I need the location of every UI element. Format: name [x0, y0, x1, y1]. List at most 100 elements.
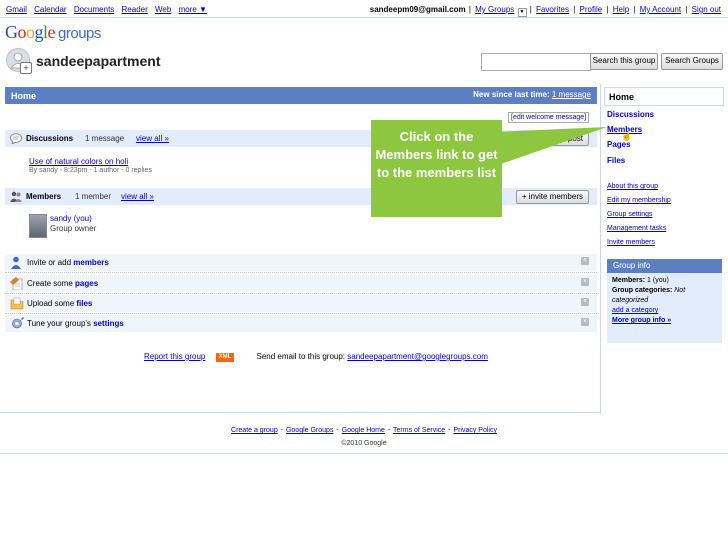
sidebar-item-files[interactable]: Files	[607, 156, 625, 165]
task-prefix: Invite or add	[27, 258, 74, 267]
nav-web[interactable]: Web	[155, 5, 171, 14]
sidebar-home[interactable]: Home	[604, 87, 724, 106]
sidebar-about-group[interactable]: About this group	[607, 183, 658, 190]
pages-icon	[10, 277, 23, 290]
callout-text: Click on the Members link to get to the …	[375, 129, 498, 180]
my-groups-dropdown-icon[interactable]: ▼	[517, 8, 527, 17]
task-tune-settings[interactable]: Tune your group's settings ×	[5, 315, 597, 332]
xml-feed-icon[interactable]: XML	[215, 353, 235, 362]
footer-divider	[0, 412, 600, 413]
separator: |	[606, 5, 609, 14]
group-avatar-icon: +	[6, 48, 32, 74]
profile-link[interactable]: Profile	[580, 5, 603, 14]
sign-out-link[interactable]: Sign out	[692, 5, 721, 14]
group-info-header: Group info	[607, 259, 722, 273]
close-icon[interactable]: ×	[581, 257, 589, 265]
my-groups-link[interactable]: My Groups	[475, 5, 514, 14]
members-count: 1 member	[75, 192, 112, 201]
sidebar-management-tasks[interactable]: Management tasks	[607, 225, 666, 232]
help-link[interactable]: Help	[613, 5, 629, 14]
terms-of-service-link[interactable]: Terms of Service	[393, 427, 445, 434]
member-role: Group owner	[50, 224, 97, 233]
task-upload-files[interactable]: Upload some files ×	[5, 295, 597, 312]
privacy-policy-link[interactable]: Privacy Policy	[453, 427, 497, 434]
sidebar-home-label: Home	[609, 92, 635, 102]
close-icon[interactable]: ×	[581, 278, 589, 286]
discussion-item: Use of natural colors on holi By sandy -…	[29, 157, 152, 174]
search-groups-button[interactable]: Search Groups	[661, 53, 723, 70]
hand-cursor-icon: ☝	[621, 131, 633, 141]
add-category-link[interactable]: add a category	[612, 306, 719, 316]
divider	[5, 313, 597, 314]
task-label: Create some pages	[27, 279, 98, 288]
members-icon	[10, 191, 22, 202]
nav-gmail[interactable]: Gmail	[6, 5, 27, 14]
logo-suffix: groups	[58, 25, 101, 42]
task-bold-link[interactable]: pages	[75, 279, 98, 288]
home-bar: Home New since last time: 1 message	[5, 87, 597, 104]
add-icon: +	[20, 62, 32, 74]
copyright: ©2010 Google	[341, 440, 387, 447]
nav-more[interactable]: more ▼	[179, 5, 207, 14]
report-group-link[interactable]: Report this group	[144, 352, 205, 361]
search-this-group-button[interactable]: Search this group	[590, 53, 658, 70]
callout-arrow	[495, 127, 607, 166]
task-bold-link[interactable]: members	[73, 258, 109, 267]
member-avatar[interactable]	[29, 214, 47, 238]
person-add-icon	[11, 256, 21, 269]
group-footer: Report this group XML Send email to this…	[144, 352, 488, 362]
logo-letter: G	[5, 22, 18, 42]
task-create-pages[interactable]: Create some pages ×	[5, 275, 597, 292]
favorites-link[interactable]: Favorites	[536, 5, 569, 14]
sidebar-group-settings[interactable]: Group settings	[607, 211, 653, 218]
task-bold-link[interactable]: settings	[93, 319, 124, 328]
discussion-title-link[interactable]: Use of natural colors on holi	[29, 157, 152, 166]
task-invite-members[interactable]: Invite or add members ×	[5, 254, 597, 271]
new-messages-link[interactable]: 1 message	[552, 90, 591, 99]
task-prefix: Tune your group's	[27, 319, 94, 328]
close-icon[interactable]: ×	[581, 318, 589, 326]
group-email-link[interactable]: sandeepapartment@googlegroups.com	[347, 352, 488, 361]
discussions-view-all-link[interactable]: view all »	[136, 134, 169, 143]
close-icon[interactable]: ×	[581, 298, 589, 306]
separator: -	[280, 427, 284, 434]
account-nav: sandeepm09@gmail.com | My Groups ▼ | Fav…	[370, 5, 722, 17]
my-account-link[interactable]: My Account	[640, 5, 681, 14]
google-home-link[interactable]: Google Home	[342, 427, 385, 434]
settings-icon	[12, 317, 24, 329]
sidebar-item-discussions[interactable]: Discussions	[607, 110, 654, 119]
sidebar-invite-members[interactable]: Invite members	[607, 239, 655, 246]
google-groups-logo[interactable]: Google groups	[5, 22, 101, 43]
task-label: Tune your group's settings	[27, 319, 124, 328]
divider	[5, 293, 597, 294]
search-input[interactable]	[481, 53, 591, 71]
member-name[interactable]: sandy (you)	[50, 214, 96, 223]
invite-members-button[interactable]: + invite members	[515, 190, 589, 204]
separator: |	[468, 5, 471, 14]
logo-letter: e	[47, 22, 56, 42]
nav-reader[interactable]: Reader	[122, 5, 148, 14]
discussions-count: 1 message	[85, 134, 125, 143]
more-group-info-link[interactable]: More group info »	[612, 316, 719, 326]
user-email: sandeepm09@gmail.com	[369, 5, 466, 14]
create-group-link[interactable]: Create a group	[231, 427, 278, 434]
home-title: Home	[11, 91, 37, 101]
send-email-label: Send email to this group:	[256, 352, 346, 361]
logo-letter: g	[34, 22, 44, 42]
sidebar-edit-membership[interactable]: Edit my membership	[607, 197, 671, 204]
nav-documents[interactable]: Documents	[74, 5, 114, 14]
group-name: sandeepapartment	[36, 53, 161, 69]
nav-calendar[interactable]: Calendar	[34, 5, 66, 14]
discussion-meta: By sandy - 8:23pm - 1 author - 0 replies	[29, 167, 152, 174]
task-label: Invite or add members	[27, 258, 109, 267]
task-bold-link[interactable]: files	[76, 299, 92, 308]
members-value: 1 (you)	[647, 277, 669, 284]
logo-letter: o	[17, 22, 27, 42]
folder-icon	[10, 297, 24, 310]
instruction-callout: Click on the Members link to get to the …	[371, 120, 502, 217]
separator: |	[633, 5, 636, 14]
member-item: sandy (you) Group owner	[50, 214, 96, 233]
google-groups-link[interactable]: Google Groups	[286, 427, 333, 434]
task-label: Upload some files	[27, 299, 92, 308]
members-view-all-link[interactable]: view all »	[121, 192, 154, 201]
